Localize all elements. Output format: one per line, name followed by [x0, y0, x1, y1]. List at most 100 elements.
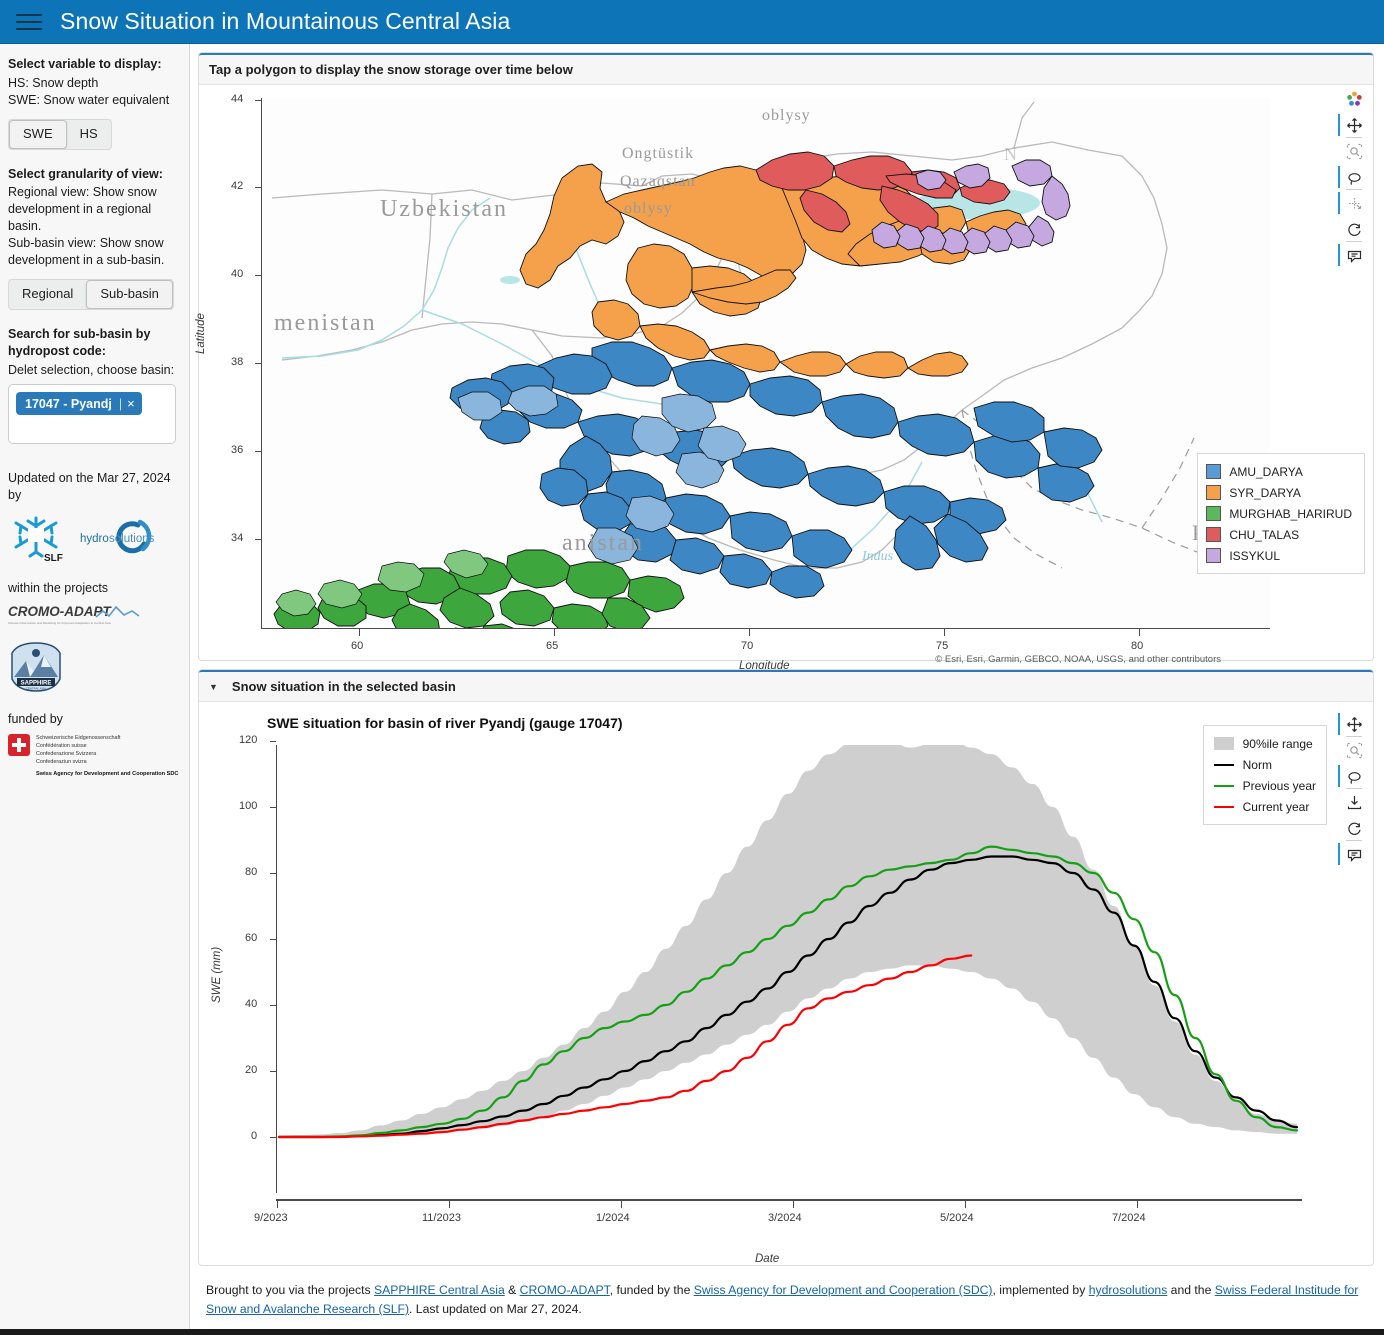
chart-modebar[interactable] [1338, 711, 1367, 867]
pan-icon[interactable] [1338, 711, 1367, 737]
variable-toggle-group[interactable]: SWE HS [8, 118, 112, 150]
chart-legend-item[interactable]: 90%ile range [1213, 733, 1316, 754]
selected-basin-chip[interactable]: 17047 - Pyandj | × [16, 392, 142, 416]
chart-ytick [270, 741, 276, 743]
map-xtick [359, 629, 361, 636]
legend-swatch-amu-darya [1206, 464, 1222, 480]
chart-ytick-label: 120 [239, 734, 258, 747]
pan-icon[interactable] [1338, 112, 1367, 138]
close-icon[interactable]: × [127, 397, 135, 410]
chart-canvas[interactable] [277, 745, 1301, 1193]
download-icon[interactable] [1341, 788, 1367, 815]
toggle-spikelines-icon[interactable] [1338, 241, 1367, 268]
svg-text:menistan: menistan [274, 310, 377, 336]
chart-ytick-label: 80 [245, 866, 258, 879]
svg-text:solutions: solutions [109, 533, 155, 545]
chart-ytick-label: 40 [245, 998, 258, 1011]
map-xtick-label: 75 [936, 640, 949, 652]
footer-link[interactable]: SAPPHIRE Central Asia [374, 1283, 505, 1297]
map-legend-item[interactable]: AMU_DARYA [1206, 461, 1352, 482]
chevron-down-icon[interactable]: ▼ [209, 682, 218, 692]
chart-xtick [965, 1200, 967, 1209]
basin-select-input[interactable]: 17047 - Pyandj | × [8, 384, 176, 445]
map-xtick-label: 65 [546, 640, 559, 652]
variable-toggle-swe[interactable]: SWE [9, 119, 67, 149]
map-legend: AMU_DARYA SYR_DARYA MURGHAB_HARIRUD CHU_… [1197, 453, 1365, 575]
chart-legend-item[interactable]: Current year [1213, 796, 1316, 817]
sdc-text-block: Schweizerische Eidgenossenschaft Confédé… [36, 734, 178, 779]
footer-plain-text: , implemented by [992, 1283, 1089, 1298]
map-ytick-label: 44 [231, 93, 244, 105]
map-legend-item[interactable]: CHU_TALAS [1206, 524, 1352, 545]
granularity-section-title: Select granularity of view: [8, 166, 163, 181]
chart-plot-area[interactable] [277, 745, 1301, 1194]
page-title: Snow Situation in Mountainous Central As… [60, 8, 511, 34]
hamburger-icon[interactable] [16, 11, 42, 33]
granularity-toggle-group[interactable]: Regional Sub-basin [8, 278, 174, 310]
chart-legend-item[interactable]: Previous year [1213, 775, 1316, 796]
map-y-axis-line [261, 98, 263, 628]
chart-xlabel: Date [755, 1253, 780, 1266]
legend-swatch-previous-year [1213, 784, 1234, 787]
map-figure[interactable]: Uzbekistan Ongtüstik Qazaqstan oblysy ob… [195, 86, 1373, 672]
svg-text:CENTRAL ASIA: CENTRAL ASIA [26, 687, 46, 691]
main-content: Tap a polygon to display the snow storag… [190, 44, 1384, 1330]
chart-ytick [270, 873, 276, 875]
toggle-spikelines-icon[interactable] [1338, 840, 1367, 867]
map-ytick-label: 34 [231, 532, 244, 544]
variable-hs-desc: HS: Snow depth [8, 75, 99, 90]
footer-link[interactable]: hydrosolutions [1089, 1283, 1168, 1297]
map-canvas[interactable]: Uzbekistan Ongtüstik Qazaqstan oblysy ob… [262, 98, 1270, 628]
sdc-line-0: Schweizerische Eidgenossenschaft [36, 734, 121, 741]
variable-section-title: Select variable to display: [8, 57, 162, 71]
variable-swe-desc: SWE: Snow water equivalent [8, 92, 170, 107]
hydrosolutions-logo-icon: hydro solutions [78, 517, 158, 559]
footer-plain-text: , funded by the [609, 1283, 694, 1298]
chart-xtick [621, 1200, 623, 1209]
footer-link[interactable]: CROMO-ADAPT [520, 1283, 610, 1297]
chart-xtick-label: 1/2024 [596, 1212, 630, 1225]
map-legend-item[interactable]: ISSYKUL [1206, 545, 1352, 566]
map-legend-item[interactable]: MURGHAB_HARIRUD [1206, 503, 1352, 524]
zoom-select-icon[interactable] [1341, 736, 1367, 763]
variable-toggle-hs[interactable]: HS [67, 120, 111, 149]
svg-text:Qazaqstan: Qazaqstan [620, 173, 696, 190]
chart-xtick [793, 1200, 795, 1209]
swiss-cross-icon [8, 733, 30, 756]
search-section-title: Search for sub-basin by hydropost code: [8, 326, 151, 358]
chart-card-header[interactable]: ▼ Snow situation in the selected basin [199, 670, 1373, 703]
map-ytick-label: 42 [231, 180, 244, 192]
chart-figure[interactable]: SWE situation for basin of river Pyandj … [199, 703, 1373, 1265]
zoom-select-icon[interactable] [1341, 137, 1367, 164]
map-card: Tap a polygon to display the snow storag… [195, 52, 1374, 672]
granularity-toggle-regional[interactable]: Regional [9, 280, 86, 309]
legend-swatch-norm [1213, 763, 1234, 766]
granularity-toggle-subbasin[interactable]: Sub-basin [86, 279, 173, 309]
lasso-select-icon[interactable] [1338, 763, 1367, 789]
chart-ytick-label: 0 [251, 1130, 258, 1143]
legend-label-norm: Norm [1242, 757, 1272, 772]
autoscale-icon[interactable] [1338, 189, 1367, 216]
legend-label-syr-darya: SYR_DARYA [1229, 485, 1301, 500]
svg-text:anistan: anistan [562, 530, 644, 556]
chart-xtick [1137, 1200, 1139, 1209]
map-legend-item[interactable]: SYR_DARYA [1206, 482, 1352, 503]
legend-label-previous-year: Previous year [1242, 778, 1316, 793]
svg-text:oblysy: oblysy [762, 107, 811, 124]
svg-text:oblysy: oblysy [624, 200, 673, 217]
map-modebar[interactable] [1338, 86, 1367, 268]
map-plot-area[interactable]: Uzbekistan Ongtüstik Qazaqstan oblysy ob… [262, 98, 1270, 628]
lasso-select-icon[interactable] [1338, 164, 1367, 190]
page-footer: Brought to you via the projects SAPPHIRE… [198, 1274, 1374, 1329]
chart-xtick-label: 9/2023 [254, 1212, 288, 1225]
sidebar: Select variable to display: HS: Snow dep… [0, 44, 190, 1330]
updated-on-text: Updated on the Mar 27, 2024 by [8, 471, 171, 503]
reset-axes-icon[interactable] [1341, 216, 1367, 242]
chart-ytick-label: 20 [245, 1064, 258, 1077]
reset-axes-icon[interactable] [1341, 815, 1367, 841]
svg-text:hydro: hydro [80, 533, 109, 545]
chart-legend-item[interactable]: Norm [1213, 754, 1316, 775]
footer-link[interactable]: Swiss Agency for Development and Coopera… [694, 1283, 993, 1297]
plotly-logo-icon[interactable] [1341, 86, 1367, 112]
legend-label-chu-talas: CHU_TALAS [1229, 527, 1300, 542]
